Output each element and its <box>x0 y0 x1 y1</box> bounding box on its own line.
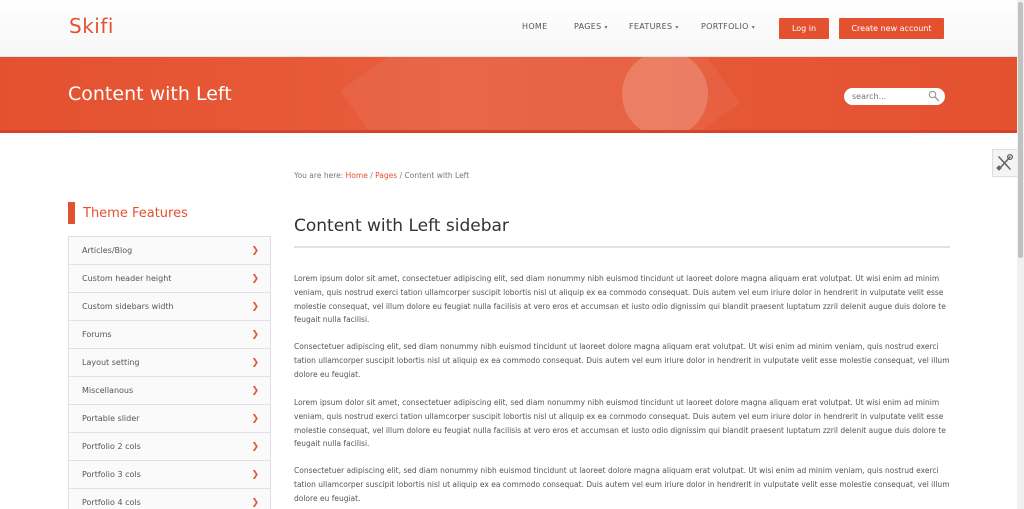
chevron-down-icon: ▾ <box>675 24 679 31</box>
nav-home[interactable]: HOME <box>522 22 547 31</box>
sidebar-item-label: Portable slider <box>82 414 140 423</box>
sidebar-item-label: Miscellanous <box>82 386 134 395</box>
sidebar-item-portfolio-3-cols[interactable]: Portfolio 3 cols ❯ <box>69 461 270 489</box>
sidebar-item-label: Custom sidebars width <box>82 302 174 311</box>
breadcrumb-current: Content with Left <box>404 171 470 180</box>
banner-bottom-border <box>0 130 1017 133</box>
sidebar-item-label: Portfolio 4 cols <box>82 498 141 507</box>
content-paragraph: Lorem ipsum dolor sit amet, consectetuer… <box>294 398 946 449</box>
page-scrollbar[interactable] <box>1017 0 1024 509</box>
breadcrumb-separator: / <box>370 171 373 180</box>
sidebar-title: Theme Features <box>83 206 188 221</box>
title-divider <box>294 246 950 248</box>
chevron-down-icon: ▾ <box>604 24 608 31</box>
sidebar-item-label: Layout setting <box>82 358 140 367</box>
nav-features[interactable]: FEATURES ▾ <box>629 22 679 31</box>
page-banner: Content with Left <box>0 57 1017 133</box>
chevron-right-icon: ❯ <box>251 246 259 256</box>
content-paragraph: Lorem ipsum dolor sit amet, consectetuer… <box>294 274 946 325</box>
sidebar-item-label: Portfolio 2 cols <box>82 442 141 451</box>
chevron-right-icon: ❯ <box>251 470 259 480</box>
site-header: Skifi HOME PAGES ▾ FEATURES ▾ PORTFOLIO ▾ L… <box>0 0 1017 57</box>
site-logo[interactable]: Skifi <box>69 14 114 38</box>
sidebar-item-portable-slider[interactable]: Portable slider ❯ <box>69 405 270 433</box>
content-paragraph: Consectetuer adipiscing elit, sed diam n… <box>294 466 950 503</box>
chevron-right-icon: ❯ <box>251 330 259 340</box>
sidebar-item-label: Forums <box>82 330 112 339</box>
breadcrumb-separator: / <box>399 171 403 180</box>
chevron-down-icon: ▾ <box>751 24 756 31</box>
sidebar-item-label: Custom header height <box>82 274 172 283</box>
sidebar-item-portfolio-4-cols[interactable]: Portfolio 4 cols ❯ <box>69 489 270 509</box>
nav-pages-label: PAGES <box>574 22 602 31</box>
sidebar-item-custom-header-height[interactable]: Custom header height ❯ <box>69 265 270 293</box>
breadcrumb-home-link[interactable]: Home <box>346 171 368 180</box>
scrollbar-thumb[interactable] <box>1018 2 1023 258</box>
chevron-right-icon: ❯ <box>251 386 259 396</box>
chevron-right-icon: ❯ <box>251 442 259 452</box>
nav-home-label: HOME <box>522 22 548 31</box>
nav-pages[interactable]: PAGES ▾ <box>574 22 608 31</box>
sidebar-menu: Articles/Blog ❯ Custom header height ❯ Cus… <box>68 236 271 509</box>
page-title: Content with Left sidebar <box>294 216 509 236</box>
chevron-right-icon: ❯ <box>251 358 259 368</box>
content-paragraph: Consectetuer adipiscing elit, sed diam n… <box>294 342 950 379</box>
sidebar-item-portfolio-2-cols[interactable]: Portfolio 2 cols ❯ <box>69 433 270 461</box>
tools-icon <box>996 153 1014 171</box>
create-account-button[interactable]: Create new account <box>839 18 944 39</box>
chevron-right-icon: ❯ <box>251 414 259 424</box>
sidebar-item-articles-blog[interactable]: Articles/Blog ❯ <box>69 237 270 265</box>
sidebar-heading-accent <box>68 202 75 224</box>
breadcrumb: You are here: Home / Pages / Content wit… <box>294 171 469 180</box>
chevron-right-icon: ❯ <box>251 498 259 508</box>
banner-circle-decoration <box>622 57 708 133</box>
nav-portfolio-label: PORTFOLIO <box>701 22 749 31</box>
login-button[interactable]: Log in <box>779 18 829 39</box>
sidebar-item-label: Articles/Blog <box>82 246 133 255</box>
chevron-right-icon: ❯ <box>251 302 259 312</box>
breadcrumb-prefix: You are here: <box>294 171 344 180</box>
sidebar-item-layout-setting[interactable]: Layout setting ❯ <box>69 349 270 377</box>
sidebar-item-label: Portfolio 3 cols <box>82 470 141 479</box>
banner-title: Content with Left <box>68 83 232 105</box>
chevron-right-icon: ❯ <box>251 274 259 284</box>
sidebar-item-custom-sidebars-width[interactable]: Custom sidebars width ❯ <box>69 293 270 321</box>
sidebar-item-miscellanous[interactable]: Miscellanous ❯ <box>69 377 270 405</box>
style-switcher-toggle[interactable] <box>992 149 1017 177</box>
search-icon[interactable] <box>927 89 941 103</box>
nav-portfolio[interactable]: PORTFOLIO ▾ <box>701 22 755 31</box>
sidebar-item-forums[interactable]: Forums ❯ <box>69 321 270 349</box>
nav-features-label: FEATURES <box>629 22 673 31</box>
breadcrumb-pages-link[interactable]: Pages <box>375 171 397 180</box>
